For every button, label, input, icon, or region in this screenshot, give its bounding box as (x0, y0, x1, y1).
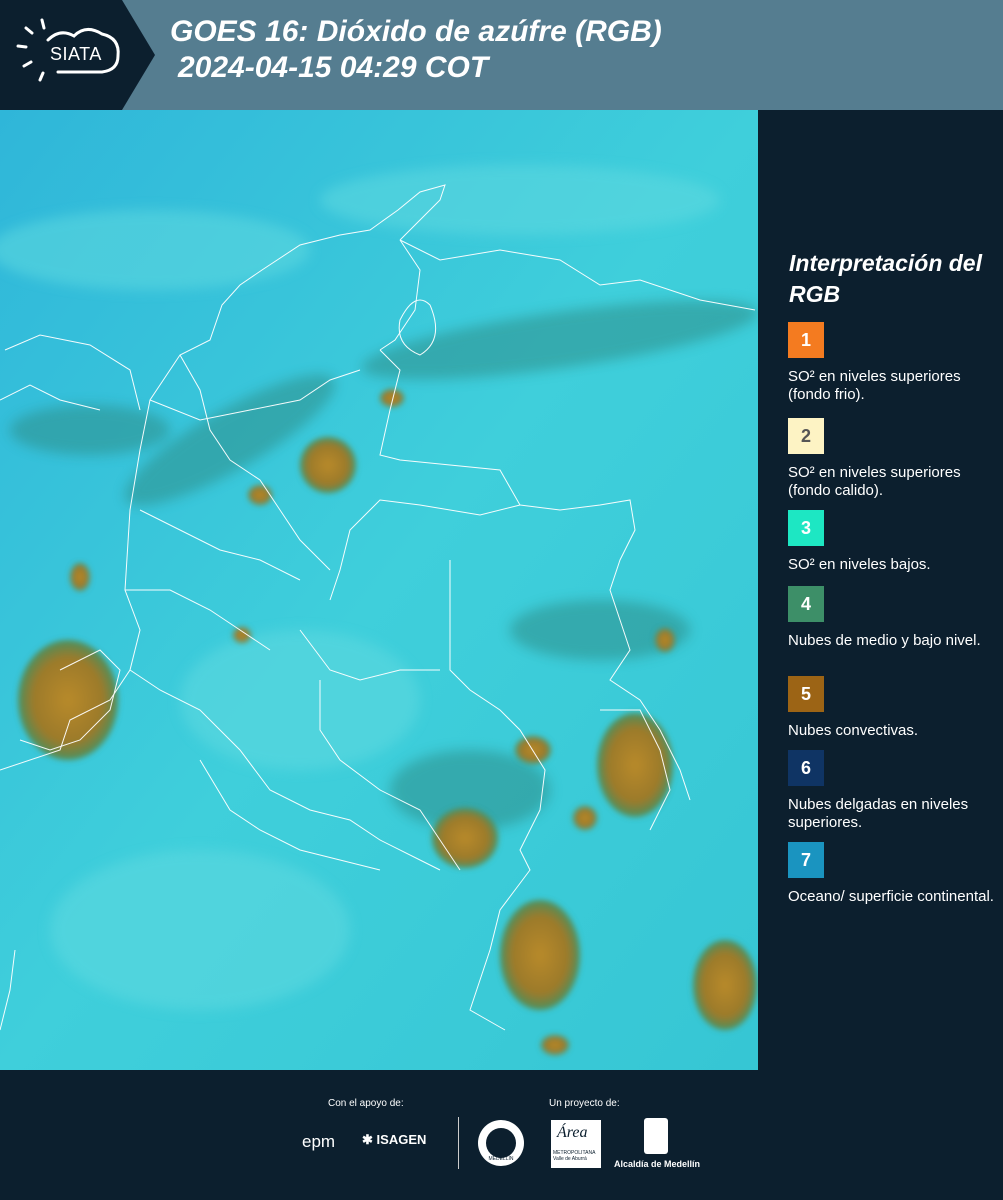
title-product: GOES 16: Dióxido de azúfre (RGB) (170, 15, 662, 48)
legend-swatch-7: 7 (788, 842, 824, 878)
legend-swatch-3: 3 (788, 510, 824, 546)
legend-item-7: 7 Oceano/ superficie continental. (788, 842, 998, 906)
isagen-icon: ✱ (362, 1132, 373, 1147)
header-bar: SIATA GOES 16: Dióxido de azúfre (RGB) 2… (0, 0, 1003, 110)
legend-label-3: SO² en niveles bajos. (788, 556, 931, 573)
legend-item-4: 4 Nubes de medio y bajo nivel. (788, 586, 998, 650)
legend-panel: Interpretación del RGB 1 SO² en niveles … (760, 110, 1003, 1070)
legend-item-1: 1 SO² en niveles superiores (fondo frio)… (788, 322, 998, 404)
legend-item-2: 2 SO² en niveles superiores (fondo calid… (788, 418, 998, 500)
project-label: Un proyecto de: (549, 1098, 620, 1109)
legend-title: Interpretación del RGB (789, 250, 982, 307)
legend-item-3: 3 SO² en niveles bajos. (788, 510, 998, 574)
area-logo-text: Área (557, 1124, 588, 1141)
page-title: GOES 16: Dióxido de azúfre (RGB) 2024-04… (170, 14, 662, 86)
alcaldia-text: Alcaldía de Medellín (614, 1159, 701, 1169)
legend-label-4: Nubes de medio y bajo nivel. (788, 632, 981, 649)
legend-label-2: SO² en niveles superiores (fondo calido)… (788, 464, 961, 499)
title-timestamp: 2024-04-15 04:29 COT (178, 51, 489, 84)
siata-logo: SIATA (0, 0, 155, 110)
area-logo-sub: METROPOLITANA Valle de Aburrá (553, 1150, 596, 1162)
epm-logo: epm (302, 1132, 336, 1151)
legend-item-6: 6 Nubes delgadas en niveles superiores. (788, 750, 998, 832)
legend-swatch-2: 2 (788, 418, 824, 454)
support-label: Con el apoyo de: (328, 1098, 404, 1109)
legend-label-5: Nubes convectivas. (788, 722, 919, 739)
siata-logo-text: SIATA (50, 44, 102, 64)
legend-swatch-6: 6 (788, 750, 824, 786)
legend-label-7: Oceano/ superficie continental. (788, 888, 994, 905)
legend-label-1: SO² en niveles superiores (fondo frio). (788, 368, 961, 403)
legend-swatch-1: 1 (788, 322, 824, 358)
satellite-map[interactable] (0, 110, 758, 1070)
footer-divider (458, 1117, 459, 1169)
footer: Con el apoyo de: Un proyecto de: epm ✱ I… (0, 1070, 1003, 1200)
isagen-text: ISAGEN (376, 1132, 427, 1147)
medellin-seal-text: MEDELLÍN (488, 1156, 514, 1162)
legend-swatch-4: 4 (788, 586, 824, 622)
alcaldia-shield-icon (644, 1118, 668, 1154)
isagen-logo: ✱ ISAGEN (362, 1132, 426, 1148)
medellin-seal: MEDELLÍN (478, 1120, 524, 1166)
legend-label-6: Nubes delgadas en niveles superiores. (788, 796, 969, 831)
legend-swatch-5: 5 (788, 676, 824, 712)
area-metropolitana-logo: Área METROPOLITANA Valle de Aburrá (551, 1120, 601, 1168)
legend-item-5: 5 Nubes convectivas. (788, 676, 998, 740)
